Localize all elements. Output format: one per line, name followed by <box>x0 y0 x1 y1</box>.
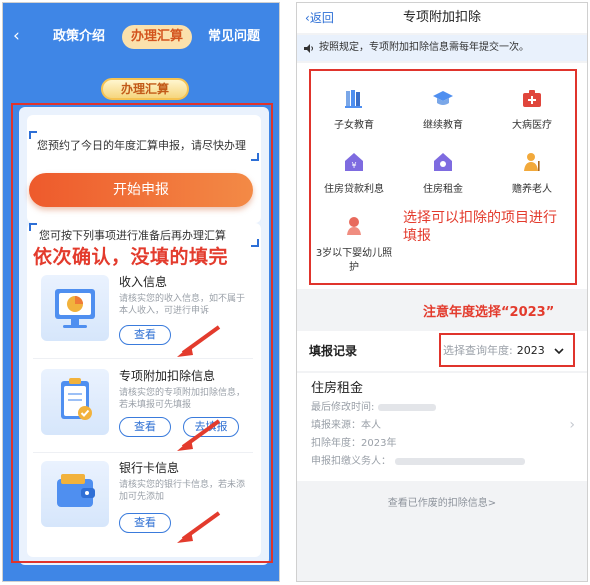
tab-faq[interactable]: 常见问题 <box>208 29 260 45</box>
notice-bar: 按照规定，专项附加扣除信息需每年提交一次。 <box>297 35 587 61</box>
special-deduction-screen: ‹返回 专项附加扣除 按照规定，专项附加扣除信息需每年提交一次。 子女教育 继续… <box>296 2 588 582</box>
screenshot-stage: ‹ 政策介绍 办理汇算 常见问题 办理汇算 您预约了今日的年度汇算申报，请尽快办… <box>0 0 590 585</box>
annotation-box <box>11 103 273 563</box>
record-item[interactable]: 住房租金 最后修改时间: 填报来源：本人 扣除年度：2023年 申报扣缴义务人：… <box>297 373 587 481</box>
chevron-right-icon: › <box>569 417 575 433</box>
record-header: 填报记录 选择查询年度: 2023 <box>297 331 587 371</box>
record-title: 填报记录 <box>309 344 358 358</box>
notice-text: 按照规定，专项附加扣除信息需每年提交一次。 <box>319 42 529 53</box>
annotation-box <box>439 333 575 367</box>
record-name: 住房租金 <box>311 381 364 396</box>
record-agent: 申报扣缴义务人： <box>311 455 525 469</box>
section-pill: 办理汇算 <box>101 78 189 100</box>
nav-bar: ‹返回 专项附加扣除 <box>297 3 587 33</box>
record-year: 扣除年度：2023年 <box>311 438 397 449</box>
annual-settlement-screen: ‹ 政策介绍 办理汇算 常见问题 办理汇算 您预约了今日的年度汇算申报，请尽快办… <box>2 2 280 582</box>
annotation-year: 注意年度选择“2023” <box>423 305 555 320</box>
tab-settlement[interactable]: 办理汇算 <box>122 25 192 49</box>
view-void-deductions-link[interactable]: 查看已作废的扣除信息> <box>297 497 587 511</box>
record-source: 填报来源：本人 <box>311 420 381 431</box>
page-title: 专项附加扣除 <box>402 10 481 25</box>
top-tab-bar: ‹ 政策介绍 办理汇算 常见问题 <box>3 3 279 65</box>
annotation-box <box>309 69 577 285</box>
tab-policy[interactable]: 政策介绍 <box>53 29 105 45</box>
record-modified: 最后修改时间: <box>311 401 437 415</box>
speaker-icon <box>304 44 313 53</box>
chevron-left-icon[interactable]: ‹ <box>13 27 20 45</box>
